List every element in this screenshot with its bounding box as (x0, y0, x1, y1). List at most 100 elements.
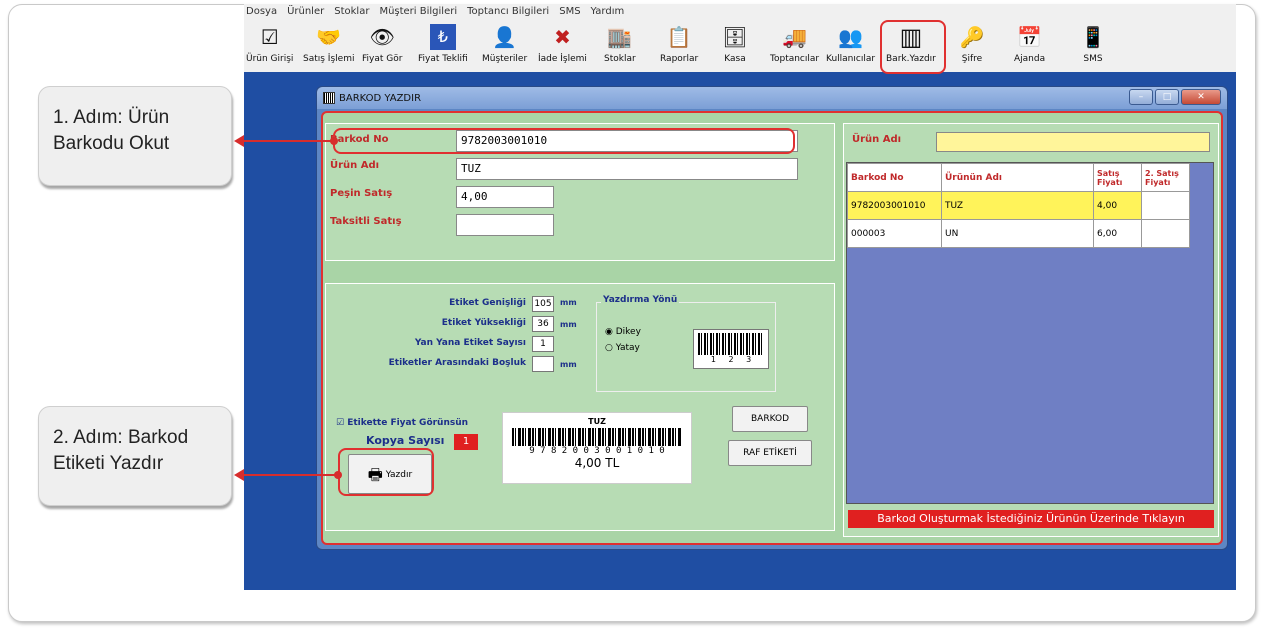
mm-label: mm (560, 360, 577, 369)
urun-girisi-button[interactable]: ☑ Ürün Girişi (246, 22, 293, 70)
report-icon: 📋 (666, 25, 692, 49)
table-row[interactable]: 000003 UN 6,00 (847, 219, 1190, 248)
taksitli-satis-label: Taksitli Satış (330, 216, 402, 227)
bosluk-field[interactable] (532, 356, 554, 372)
radio-selected-icon: ◉ (605, 327, 613, 337)
yatay-radio[interactable]: ○ Yatay (605, 343, 640, 353)
arrow-step2-dot (334, 471, 342, 479)
radio-empty-icon: ○ (605, 343, 613, 353)
raporlar-button[interactable]: 📋 Raporlar (660, 22, 698, 70)
checklist-icon: ☑ (260, 25, 279, 49)
col-barkod-no[interactable]: Barkod No (847, 163, 942, 192)
search-label: Ürün Adı (852, 134, 902, 145)
menu-yardim[interactable]: Yardım (591, 6, 625, 20)
urun-adi-field[interactable]: TUZ (456, 158, 798, 180)
etiket-genisligi-field[interactable]: 105 (532, 296, 554, 312)
ajanda-button[interactable]: 📅 Ajanda (1014, 22, 1045, 70)
fiyat-gor-button[interactable]: 👁 Fiyat Gör (362, 22, 402, 70)
eye-icon: 👁 (369, 25, 395, 49)
etiket-genisligi-label: Etiket Genişliği (449, 298, 526, 308)
barkod-no-highlight (333, 128, 795, 154)
preview-barcode-icon (512, 428, 682, 446)
table-header: Barkod No Ürünün Adı Satış Fiyatı 2. Sat… (847, 163, 1190, 192)
yazdirma-yonu-group: Yazdırma Yönü ◉ Dikey ○ Yatay 1 2 3 (596, 295, 776, 392)
bosluk-label: Etiketler Arasındaki Boşluk (388, 358, 526, 368)
etiket-yuksekligi-field[interactable]: 36 (532, 316, 554, 332)
taksitli-satis-field[interactable] (456, 214, 554, 236)
sms-button[interactable]: 📱 SMS (1080, 22, 1106, 70)
yazdir-highlight (338, 448, 434, 496)
return-icon: ✖ (554, 25, 571, 49)
kullanicilar-button[interactable]: 👥 Kullanıcılar (826, 22, 875, 70)
users-icon: 👥 (838, 25, 863, 49)
product-search-panel: Ürün Adı Barkod No Ürünün Adı Satış Fiya… (843, 123, 1219, 537)
barkod-yazdir-dialog: BARKOD YAZDIR – □ ✕ Barkod No 9782003001… (316, 86, 1228, 550)
yan-yana-label: Yan Yana Etiket Sayısı (414, 338, 526, 348)
step2-text: 2. Adım: Barkod Etiketi Yazdır (53, 427, 189, 474)
musteriler-button[interactable]: 👤 Müşteriler (482, 22, 527, 70)
dialog-titlebar[interactable]: BARKOD YAZDIR (317, 87, 1227, 109)
dikey-radio[interactable]: ◉ Dikey (605, 327, 641, 337)
raf-etiketi-button[interactable]: RAF ETİKETİ (728, 440, 812, 466)
menu-sms[interactable]: SMS (559, 6, 580, 20)
col-urun-adi[interactable]: Ürünün Adı (941, 163, 1094, 192)
mm-label: mm (560, 320, 577, 329)
barcode-preview: TUZ 9 7 8 2 0 0 3 0 0 1 0 1 0 4,00 TL (502, 412, 692, 484)
barkod-button[interactable]: BARKOD (732, 406, 808, 432)
phone-icon: 📱 (1080, 25, 1106, 49)
iade-islemi-button[interactable]: ✖ İade İşlemi (538, 22, 587, 70)
etiket-yuksekligi-label: Etiket Yüksekliği (441, 318, 526, 328)
preview-product-name: TUZ (588, 417, 606, 426)
cell-fiyat2 (1141, 191, 1190, 220)
cell-urun: UN (941, 219, 1094, 248)
search-field[interactable] (936, 132, 1210, 152)
yazdirma-yonu-label: Yazdırma Yönü (601, 295, 680, 305)
cell-barkod: 9782003001010 (847, 191, 942, 220)
pesin-satis-field[interactable]: 4,00 (456, 186, 554, 208)
product-table: Barkod No Ürünün Adı Satış Fiyatı 2. Sat… (847, 163, 1190, 248)
table-row[interactable]: 9782003001010 TUZ 4,00 (847, 191, 1190, 220)
maximize-button[interactable]: □ (1155, 89, 1179, 105)
calendar-icon: 📅 (1017, 25, 1042, 49)
step2-callout: 2. Adım: Barkod Etiketi Yazdır (38, 406, 232, 506)
satis-islemi-button[interactable]: 🤝 Satış İşlemi (303, 22, 354, 70)
stoklar-button[interactable]: 🏬 Stoklar (604, 22, 636, 70)
yan-yana-field[interactable]: 1 (532, 336, 554, 352)
preview-digits: 9 7 8 2 0 0 3 0 0 1 0 1 0 (529, 446, 665, 456)
col-satis-fiyati[interactable]: Satış Fiyatı (1093, 163, 1142, 192)
close-button[interactable]: ✕ (1181, 89, 1221, 105)
fiyat-teklifi-button[interactable]: ₺ Fiyat Teklifi (418, 22, 468, 70)
cell-barkod: 000003 (847, 219, 942, 248)
minimize-button[interactable]: – (1129, 89, 1153, 105)
toptancilar-button[interactable]: 🚚 Toptancılar (770, 22, 819, 70)
kopya-sayisi-field[interactable]: 1 (454, 434, 478, 450)
pesin-satis-label: Peşin Satış (330, 188, 393, 199)
arrow-step1-line (242, 140, 334, 142)
preview-price: 4,00 TL (574, 456, 620, 470)
barcode-icon (323, 92, 335, 104)
handshake-icon: 🤝 (316, 25, 342, 49)
shop-icon: 🏬 (607, 25, 633, 49)
menu-urunler[interactable]: Ürünler (287, 6, 324, 20)
menu-stoklar[interactable]: Stoklar (334, 6, 369, 20)
sifre-button[interactable]: 🔑 Şifre (959, 22, 985, 70)
cell-fiyat2 (1141, 219, 1190, 248)
menu-musteri[interactable]: Müşteri Bilgileri (379, 6, 457, 20)
menu-dosya[interactable]: Dosya (246, 6, 277, 20)
key-icon: 🔑 (959, 25, 985, 49)
barcode-bars-icon (698, 333, 764, 355)
safe-icon: 🗄 (722, 25, 748, 49)
kopya-sayisi-label: Kopya Sayısı (366, 434, 445, 447)
dialog-title: BARKOD YAZDIR (339, 92, 422, 104)
status-bar: Barkod Oluşturmak İstediğiniz Ürünün Üze… (848, 510, 1214, 528)
truck-icon: 🚚 (782, 25, 807, 49)
lira-icon: ₺ (429, 24, 456, 50)
menu-toptanci[interactable]: Toptancı Bilgileri (467, 6, 549, 20)
customer-icon: 👤 (492, 25, 518, 49)
kasa-button[interactable]: 🗄 Kasa (722, 22, 748, 70)
fiyat-gorunsun-checkbox[interactable]: ☑ Etikette Fiyat Görünsün (336, 418, 468, 428)
mm-label: mm (560, 298, 577, 307)
barcode-sample-digits: 1 2 3 (710, 355, 752, 364)
col-2-satis-fiyati[interactable]: 2. Satış Fiyatı (1141, 163, 1190, 192)
step1-callout: 1. Adım: Ürün Barkodu Okut (38, 86, 232, 186)
